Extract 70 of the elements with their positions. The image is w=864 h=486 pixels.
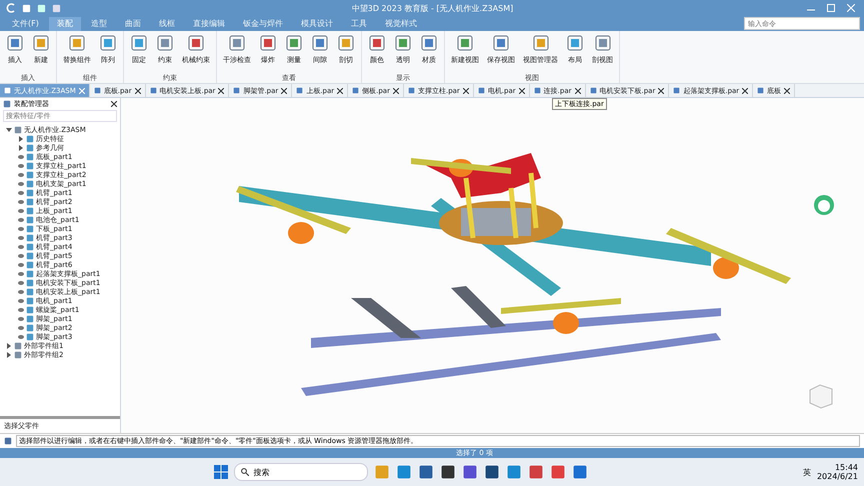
document-icon <box>757 87 764 94</box>
app-icon <box>506 464 522 480</box>
tool-icon <box>394 34 412 52</box>
tool-icon <box>156 34 174 52</box>
tool-icon <box>6 34 24 52</box>
assistant-icon[interactable] <box>813 194 835 216</box>
close-icon[interactable] <box>658 88 664 94</box>
document-icon <box>150 87 157 94</box>
tool-icon <box>130 34 148 52</box>
app-icon <box>528 464 544 480</box>
taskbar-search-field[interactable]: 搜索 <box>234 463 368 481</box>
app-icon <box>396 464 412 480</box>
expand-caret-icon[interactable] <box>6 342 12 348</box>
document-icon <box>296 87 304 94</box>
tool-icon <box>311 34 329 52</box>
tool-icon <box>259 34 277 52</box>
tool-icon <box>420 34 438 52</box>
close-icon[interactable] <box>574 88 580 94</box>
document-icon <box>408 87 415 94</box>
expand-caret-icon[interactable] <box>6 352 12 358</box>
clock-date: 2024/6/21 <box>816 472 858 481</box>
app-icon <box>462 464 478 480</box>
tool-icon <box>99 34 117 52</box>
window-title: 中望3D 2023 教育版 - [无人机作业.Z3ASM] <box>350 2 514 14</box>
close-icon[interactable] <box>134 88 141 94</box>
document-icon <box>233 87 240 94</box>
tool-icon <box>187 34 205 52</box>
tool-icon <box>566 34 584 52</box>
document-icon <box>4 87 11 94</box>
close-icon[interactable] <box>218 88 224 94</box>
expand-caret-icon[interactable] <box>18 136 24 142</box>
app-icon <box>418 464 434 480</box>
close-icon[interactable] <box>742 88 748 94</box>
ime-indicator[interactable]: 英 <box>802 466 811 478</box>
app-icon <box>374 464 390 480</box>
document-icon <box>534 87 541 94</box>
tool-icon <box>532 34 550 52</box>
maximize-icon[interactable] <box>824 2 838 14</box>
document-icon <box>352 87 360 94</box>
assembly-icon <box>3 100 11 108</box>
tool-icon <box>594 34 612 52</box>
close-icon[interactable] <box>111 100 117 106</box>
close-icon[interactable] <box>784 88 790 94</box>
tool-icon <box>32 34 50 52</box>
close-icon[interactable] <box>462 88 469 94</box>
app-icon <box>572 464 588 480</box>
close-icon[interactable] <box>281 88 288 94</box>
tool-icon <box>368 34 386 52</box>
tool-icon <box>456 34 474 52</box>
collapse-caret-icon[interactable] <box>6 126 12 132</box>
tool-icon <box>337 34 355 52</box>
start-icon[interactable] <box>214 465 228 479</box>
app-icon <box>440 464 456 480</box>
document-icon <box>590 87 596 94</box>
close-icon[interactable] <box>392 88 399 94</box>
app-logo-icon <box>6 3 16 13</box>
close-icon[interactable] <box>518 88 525 94</box>
tool-icon <box>285 34 303 52</box>
document-icon <box>478 87 485 94</box>
document-icon <box>94 87 101 94</box>
tool-icon <box>68 34 86 52</box>
close-icon[interactable] <box>337 88 344 94</box>
document-icon <box>673 87 680 94</box>
tool-icon <box>228 34 246 52</box>
tool-icon <box>492 34 510 52</box>
clock-time: 15:44 <box>834 463 858 472</box>
search-icon <box>241 468 250 476</box>
app-icon <box>550 464 566 480</box>
expand-caret-icon[interactable] <box>18 144 24 150</box>
app-icon <box>484 464 500 480</box>
